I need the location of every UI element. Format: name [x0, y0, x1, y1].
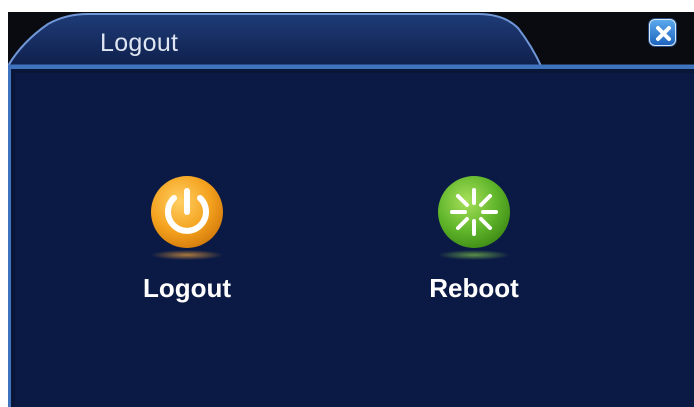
close-icon [656, 26, 671, 41]
logout-label: Logout [142, 273, 232, 303]
reboot-icon-button[interactable] [428, 169, 520, 261]
reboot-icon [438, 176, 510, 260]
content-area: Logout Reboot [15, 73, 694, 407]
close-button[interactable] [649, 19, 676, 46]
content-panel: Logout Reboot [8, 66, 694, 407]
reboot-label: Reboot [429, 273, 519, 303]
window-title: Logout [100, 29, 179, 57]
logout-dialog: Logout Logout Reboot [0, 0, 694, 407]
logout-action[interactable]: Logout [117, 169, 257, 319]
power-icon [151, 176, 223, 260]
title-bar: Logout [8, 12, 694, 68]
reboot-action[interactable]: Reboot [404, 169, 544, 319]
logout-icon-button[interactable] [141, 169, 233, 261]
